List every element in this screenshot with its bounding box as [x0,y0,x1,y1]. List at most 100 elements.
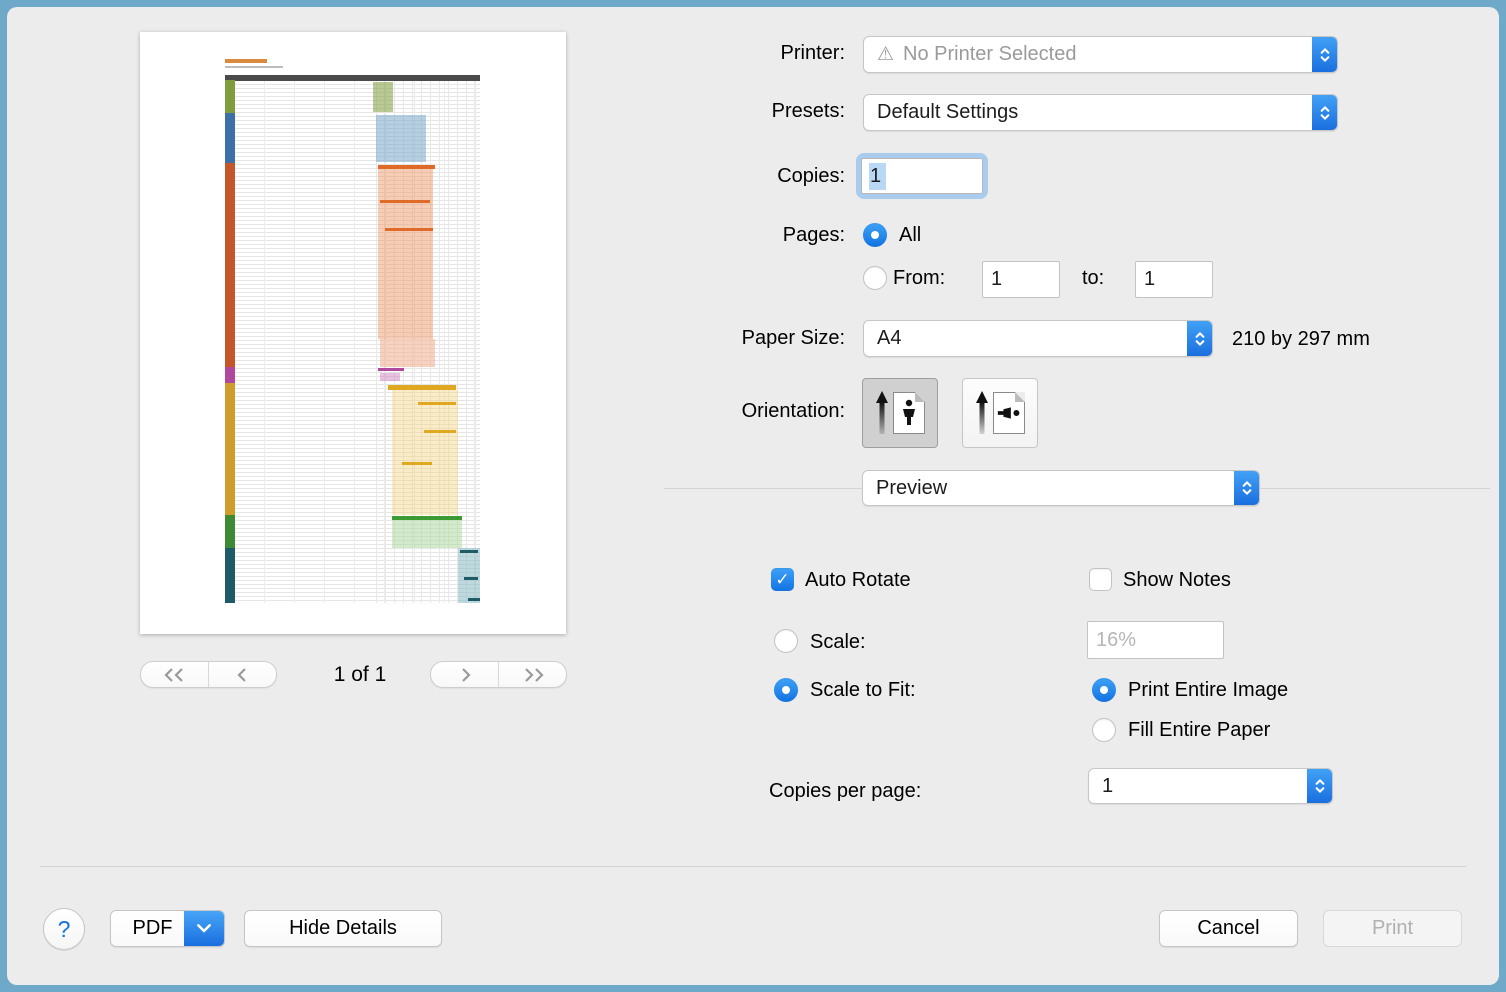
preview-block [458,548,480,603]
pages-from-label: From: [893,267,945,290]
stepper-icon [1234,471,1259,505]
chevron-down-icon [184,911,224,946]
preview-block [225,548,235,603]
cancel-label: Cancel [1197,917,1259,940]
up-arrow-icon [876,391,888,435]
app-pane-select[interactable]: Preview [862,470,1260,506]
last-page-button[interactable] [498,662,566,687]
preview-block [225,113,235,163]
printer-value: No Printer Selected [903,43,1076,66]
auto-rotate-checkbox[interactable] [771,568,794,591]
previous-page-button[interactable] [208,662,276,687]
orientation-label: Orientation: [527,400,845,423]
document-preview [140,32,566,634]
help-button[interactable]: ? [43,908,85,950]
preview-block [392,390,458,515]
presets-value: Default Settings [877,101,1018,124]
pagination-back-group [140,661,277,688]
pages-all-label: All [899,224,921,247]
pages-label: Pages: [527,224,845,247]
pages-all-radio[interactable] [863,223,887,247]
preview-block [460,550,478,553]
print-label: Print [1372,917,1413,940]
scale-to-fit-radio[interactable] [774,678,798,702]
pages-from-input[interactable] [982,261,1060,298]
presets-label: Presets: [527,100,845,123]
next-page-button[interactable] [431,662,498,687]
copies-label: Copies: [527,165,845,188]
preview-block [380,373,400,381]
chevron-left-icon [236,668,250,682]
first-page-button[interactable] [141,662,208,687]
printer-label: Printer: [527,42,845,65]
pages-to-label: to: [1082,267,1104,290]
up-arrow-icon [976,391,988,435]
fill-entire-paper-radio[interactable] [1092,718,1116,742]
preview-block [464,577,478,580]
print-dialog: 1 of 1 Printer: ⚠ No Printer Selected Pr… [7,7,1499,985]
preview-block [225,66,283,68]
printer-select[interactable]: ⚠ No Printer Selected [863,36,1338,73]
preview-block [373,82,393,112]
paper-size-select[interactable]: A4 [863,320,1213,357]
copies-field-focus-ring: 1 [856,153,988,199]
hide-details-button[interactable]: Hide Details [244,910,442,947]
chevrons-left-icon [162,668,188,682]
preview-block [380,339,435,367]
chevron-right-icon [458,668,472,682]
stepper-icon [1187,321,1212,356]
paper-dimensions: 210 by 297 mm [1232,328,1370,351]
preview-block [424,430,456,433]
presets-select[interactable]: Default Settings [863,94,1338,131]
stepper-icon [1312,37,1337,72]
person-rotated-icon [996,400,1022,426]
copies-value: 1 [869,163,886,190]
preview-block [225,163,235,367]
copies-input[interactable]: 1 [861,158,983,194]
copies-per-page-select[interactable]: 1 [1088,768,1333,804]
print-entire-image-radio[interactable] [1092,678,1116,702]
page-count: 1 of 1 [290,663,430,687]
paper-size-label: Paper Size: [527,327,845,350]
fill-entire-paper-label: Fill Entire Paper [1128,719,1270,742]
pages-range-radio[interactable] [863,266,887,290]
preview-block [225,383,235,515]
preview-block [380,200,430,203]
preview-block [378,169,433,339]
footer-divider [40,866,1466,867]
pagination-forward-group [430,661,567,688]
landscape-page-icon [993,392,1025,434]
auto-rotate-label: Auto Rotate [805,569,911,592]
question-mark-icon: ? [58,916,71,943]
preview-block [225,515,235,548]
preview-block [225,75,480,81]
copies-per-page-value: 1 [1102,775,1113,798]
cancel-button[interactable]: Cancel [1159,910,1298,947]
orientation-landscape-button[interactable] [962,378,1038,448]
person-icon [899,399,919,427]
stepper-icon [1307,769,1332,803]
show-notes-label: Show Notes [1123,569,1231,592]
preview-block [418,402,456,405]
warning-icon: ⚠ [877,43,894,66]
pdf-label: PDF [111,917,184,940]
preview-block [225,59,267,63]
pdf-menu-button[interactable]: PDF [110,910,225,947]
chevrons-right-icon [520,668,546,682]
scale-label: Scale: [810,631,866,654]
preview-block [468,598,480,601]
scale-radio[interactable] [774,629,798,653]
orientation-portrait-button[interactable] [862,378,938,448]
print-button[interactable]: Print [1323,910,1462,947]
hide-details-label: Hide Details [289,917,397,940]
copies-per-page-label: Copies per page: [769,780,921,803]
preview-block [402,462,432,465]
preview-block [225,80,235,113]
stepper-icon [1312,95,1337,130]
pages-to-input[interactable] [1135,261,1213,298]
scale-to-fit-label: Scale to Fit: [810,679,916,702]
paper-size-value: A4 [877,327,901,350]
show-notes-checkbox[interactable] [1089,568,1112,591]
portrait-page-icon [893,392,925,434]
scale-percent-input[interactable] [1087,621,1224,659]
